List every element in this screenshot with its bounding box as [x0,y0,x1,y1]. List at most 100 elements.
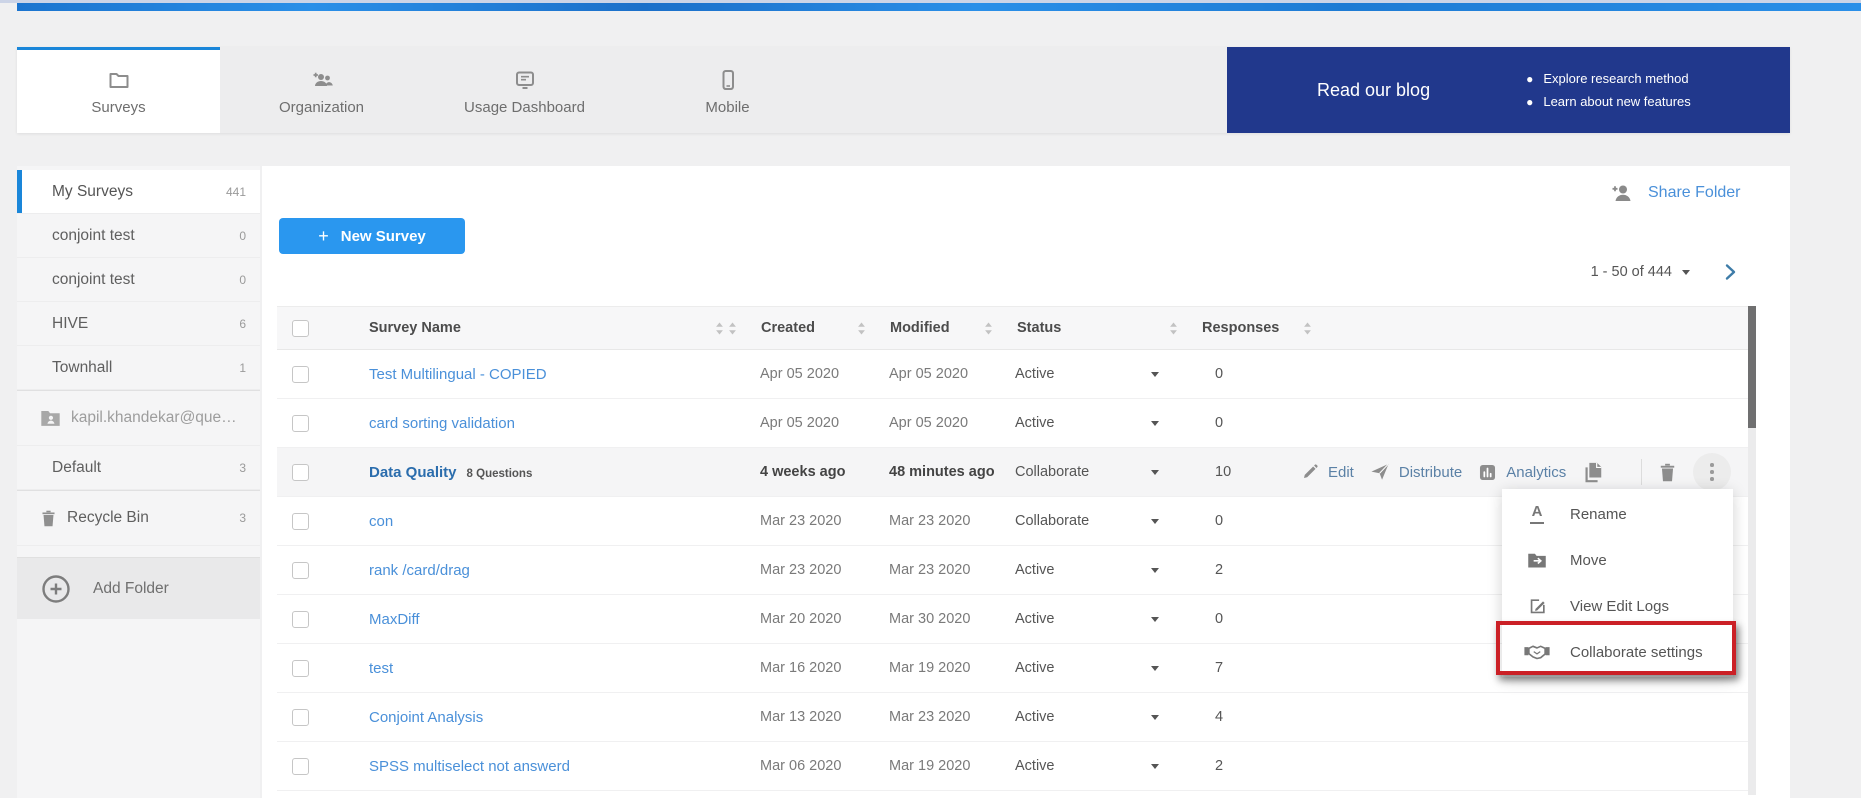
new-survey-button[interactable]: + New Survey [279,218,465,254]
status-dropdown-icon[interactable] [1151,617,1159,622]
next-page-button[interactable] [1720,262,1740,282]
menu-item-label: Rename [1570,506,1627,523]
status-dropdown-icon[interactable] [1151,372,1159,377]
distribute-button[interactable]: Distribute [1370,463,1462,481]
row-checkbox[interactable] [292,366,309,383]
trash-icon[interactable] [1658,462,1677,483]
created-cell: Apr 05 2020 [728,366,857,382]
analytics-button[interactable]: Analytics [1478,463,1566,482]
share-folder-button[interactable]: Share Folder [1610,182,1741,204]
sidebar-folder-item[interactable]: conjoint test 0 [17,258,260,302]
survey-name-link[interactable]: rank /card/drag [369,562,470,579]
menu-item-rename[interactable]: A Rename [1502,491,1733,537]
copy-icon[interactable] [1582,460,1604,484]
plus-circle-icon [41,574,71,604]
more-options-button[interactable] [1693,453,1731,491]
responses-cell: 0 [1169,366,1277,382]
folder-count: 6 [239,317,246,331]
status-dropdown-icon[interactable] [1151,519,1159,524]
surveys-panel: Share Folder + New Survey 1 - 50 of 444 … [262,166,1790,798]
created-cell: Mar 20 2020 [728,611,857,627]
header-label: Responses [1202,320,1279,336]
tab-surveys[interactable]: Surveys [17,47,220,133]
sort-icon[interactable] [715,322,724,335]
page-range-label: 1 - 50 of 444 [1591,264,1672,280]
table-scrollbar[interactable] [1748,306,1756,795]
folders-sidebar: My Surveys 441 conjoint test 0 conjoint … [17,166,260,798]
plus-icon: + [318,227,329,245]
row-checkbox[interactable] [292,513,309,530]
page-range-dropdown[interactable]: 1 - 50 of 444 [1591,264,1690,280]
sort-icon[interactable] [728,322,737,335]
menu-item-label: Move [1570,552,1607,569]
status-cell: Active [984,562,1169,578]
sidebar-folder-item[interactable]: Townhall 1 [17,346,260,390]
folder-count: 1 [239,361,246,375]
menu-item-view-edit-logs[interactable]: View Edit Logs [1502,583,1733,629]
header-responses[interactable]: Responses [1169,320,1277,336]
status-label: Collaborate [1015,464,1151,480]
tab-organization[interactable]: Organization [220,47,423,133]
sidebar-folder-item[interactable]: conjoint test 0 [17,214,260,258]
survey-name-link[interactable]: MaxDiff [369,611,420,628]
sort-icon[interactable] [857,322,866,335]
status-dropdown-icon[interactable] [1151,470,1159,475]
sidebar-folder-item[interactable]: Default 3 [17,446,260,490]
survey-name-link[interactable]: con [369,513,393,530]
status-cell: Active [984,415,1169,431]
sidebar-folder-item[interactable]: My Surveys 441 [17,170,260,214]
blog-banner[interactable]: Read our blog ● Explore research method … [1227,47,1790,133]
header-label: Modified [890,320,950,336]
header-status[interactable]: Status [984,320,1169,336]
survey-name-link[interactable]: Test Multilingual - COPIED [369,366,547,383]
created-cell: 4 weeks ago [728,464,857,480]
row-checkbox[interactable] [292,562,309,579]
survey-name-link[interactable]: Data Quality [369,464,457,481]
sort-icon[interactable] [984,322,993,335]
top-accent-bar [17,3,1861,11]
menu-item-collaborate-settings[interactable]: Collaborate settings [1502,629,1733,675]
scrollbar-thumb[interactable] [1748,306,1756,428]
row-checkbox[interactable] [292,660,309,677]
banner-title[interactable]: Read our blog [1317,80,1430,101]
sidebar-folder-item[interactable]: Recycle Bin 3 [17,490,260,546]
header-modified[interactable]: Modified [857,320,984,336]
sidebar-folder-item[interactable]: HIVE 6 [17,302,260,346]
survey-name-link[interactable]: test [369,660,393,677]
header-created[interactable]: Created [728,320,857,336]
status-dropdown-icon[interactable] [1151,568,1159,573]
created-cell: Mar 06 2020 [728,758,857,774]
sidebar-folder-item[interactable]: kapil.khandekar@que… [17,390,260,446]
status-cell: Collaborate [984,513,1169,529]
tab-usage-dashboard[interactable]: Usage Dashboard [423,47,626,133]
survey-name-link[interactable]: Conjoint Analysis [369,709,483,726]
survey-name-cell: card sorting validation [332,415,728,432]
edit-button[interactable]: Edit [1301,463,1354,481]
folder-list: My Surveys 441 conjoint test 0 conjoint … [17,166,260,546]
survey-row: SPSS multiselect not answerd Mar 06 2020… [277,742,1749,791]
sort-icon[interactable] [1303,322,1312,335]
survey-row: Test Multilingual - COPIED Apr 05 2020 A… [277,350,1749,399]
status-dropdown-icon[interactable] [1151,666,1159,671]
status-dropdown-icon[interactable] [1151,764,1159,769]
status-dropdown-icon[interactable] [1151,715,1159,720]
row-checkbox[interactable] [292,464,309,481]
row-checkbox[interactable] [292,758,309,775]
row-checkbox[interactable] [292,611,309,628]
menu-item-move[interactable]: Move [1502,537,1733,583]
row-checkbox-cell [277,611,332,628]
select-all-checkbox[interactable] [292,320,309,337]
row-checkbox[interactable] [292,709,309,726]
survey-name-link[interactable]: SPSS multiselect not answerd [369,758,570,775]
status-dropdown-icon[interactable] [1151,421,1159,426]
tab-mobile[interactable]: Mobile [626,47,829,133]
survey-name-link[interactable]: card sorting validation [369,415,515,432]
add-folder-button[interactable]: Add Folder [17,557,260,619]
row-checkbox[interactable] [292,415,309,432]
folder-label: conjoint test [52,271,239,289]
sort-icon[interactable] [1169,322,1178,335]
folder-label: kapil.khandekar@que… [71,409,246,427]
header-survey-name[interactable]: Survey Name [332,320,728,336]
share-folder-label[interactable]: Share Folder [1648,184,1741,202]
status-label: Active [1015,415,1151,431]
